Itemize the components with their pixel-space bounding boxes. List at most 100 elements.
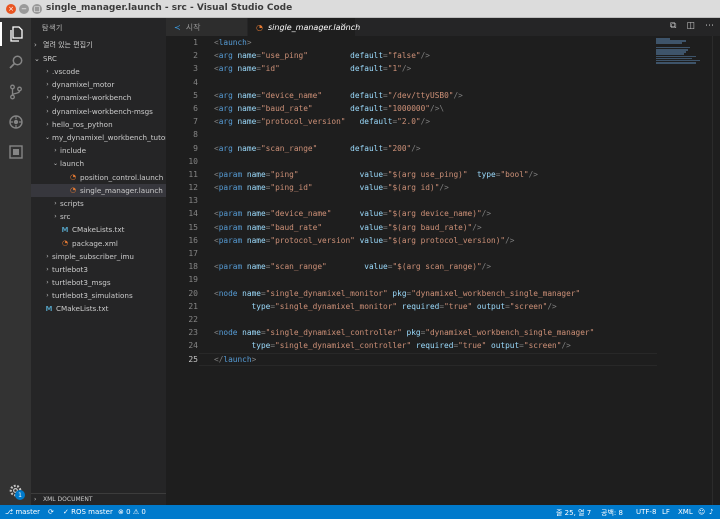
language-mode[interactable]: XML xyxy=(678,508,693,516)
tab-single-manager-launch[interactable]: ◔ single_manager.launch × xyxy=(248,18,360,36)
code-token: name xyxy=(232,103,257,113)
encoding-status[interactable]: UTF-8 xyxy=(636,508,656,516)
code-token: "baud_rate" xyxy=(270,222,323,232)
search-button[interactable] xyxy=(0,50,31,74)
explorer-button[interactable] xyxy=(0,22,31,46)
open-editors-label: 열려 있는 편집기 xyxy=(43,40,93,49)
extensions-icon xyxy=(8,145,23,159)
code-line[interactable]: <param name="scan_range" value="$(arg sc… xyxy=(214,260,714,273)
code-token: value xyxy=(354,235,384,245)
window-close-button[interactable]: × xyxy=(6,4,16,14)
code-line[interactable]: <param name="ping_id" value="$(arg id)"/… xyxy=(214,181,714,194)
code-line[interactable] xyxy=(214,194,714,207)
window-minimize-button[interactable]: − xyxy=(19,4,29,14)
tree-item[interactable]: › simple_subscriber_imu xyxy=(31,250,166,263)
tree-item[interactable]: › dynamixel-workbench-msgs xyxy=(31,105,166,118)
code-line[interactable]: <param name="protocol_version" value="$(… xyxy=(214,234,714,247)
branch-status[interactable]: ⎇ master xyxy=(5,508,40,516)
code-line[interactable] xyxy=(214,76,714,89)
tree-item[interactable]: ⌄ launch xyxy=(31,157,166,170)
code-token: arg xyxy=(218,117,233,127)
code-line[interactable]: <launch> xyxy=(214,36,714,49)
tree-item[interactable]: › hello_ros_python xyxy=(31,118,166,131)
tree-item[interactable]: › scripts xyxy=(31,197,166,210)
window-maximize-button[interactable]: □ xyxy=(32,4,42,14)
code-line[interactable]: <arg name="id" default="1"/> xyxy=(214,62,714,75)
code-line[interactable]: <param name="device_name" value="$(arg d… xyxy=(214,207,714,220)
more-actions-icon[interactable]: ⋯ xyxy=(705,21,714,31)
debug-button[interactable] xyxy=(0,110,31,134)
code-token: default xyxy=(317,143,384,153)
tree-item[interactable]: › turtlebot3_simulations xyxy=(31,289,166,302)
code-line[interactable] xyxy=(214,128,714,141)
check-icon: ✓ xyxy=(63,508,69,516)
code-line[interactable] xyxy=(214,313,714,326)
code-line[interactable]: <param name="baud_rate" value="$(arg bau… xyxy=(214,221,714,234)
smiley-icon[interactable]: ☺ xyxy=(698,508,705,516)
code-line[interactable] xyxy=(214,273,714,286)
code-editor[interactable]: 1 2 3 4 5 6 7 8 9 10 11 12 13 14 15 16 17 18 19 20 21 22 23 24 2… xyxy=(166,36,720,505)
ros-status[interactable]: ✓ ROS master xyxy=(63,508,113,516)
tree-item[interactable]: ◔ position_control.launch xyxy=(31,171,166,184)
line-number: 5 xyxy=(193,90,198,100)
problems-status[interactable]: ⊗ 0 ⚠ 0 xyxy=(118,508,146,516)
extensions-button[interactable] xyxy=(0,140,31,164)
chevron-right-icon: › xyxy=(54,147,57,155)
tab-welcome[interactable]: ≺ 시작 xyxy=(166,18,248,36)
tree-item[interactable]: ⌄ my_dynamixel_workbench_tutor... xyxy=(31,131,166,144)
code-line[interactable]: <arg name="scan_range" default="200"/> xyxy=(214,142,714,155)
eol-status[interactable]: LF xyxy=(662,508,670,516)
code-token: arg xyxy=(218,51,233,61)
code-line[interactable]: <arg name="protocol_version" default="2.… xyxy=(214,115,714,128)
code-line[interactable]: <node name="single_dynamixel_controller"… xyxy=(214,326,714,339)
tree-item[interactable]: M CMakeLists.txt xyxy=(31,223,166,236)
code-line[interactable]: type="single_dynamixel_controller" requi… xyxy=(214,339,714,352)
code-line[interactable]: <arg name="baud_rate" default="1000000"/… xyxy=(214,102,714,115)
code-line[interactable]: <node name="single_dynamixel_monitor" pk… xyxy=(214,287,714,300)
error-icon: ⊗ xyxy=(118,508,124,516)
code-area[interactable]: <launch> <arg name="use_ping" default="fa… xyxy=(214,36,714,366)
xml-document-section[interactable]: › XML DOCUMENT xyxy=(31,493,166,505)
split-editor-icon[interactable]: ◫ xyxy=(686,21,695,31)
title-bar: × − □ single_manager.launch - src - Visu… xyxy=(0,0,720,18)
ros-status-label: ROS master xyxy=(71,508,113,516)
code-token: "1" xyxy=(387,64,402,74)
code-token: name xyxy=(242,169,266,179)
tree-item[interactable]: ◔ single_manager.launch xyxy=(31,183,166,197)
code-line[interactable]: <arg name="use_ping" default="false"/> xyxy=(214,49,714,62)
code-line[interactable] xyxy=(214,155,714,168)
tree-item[interactable]: › include xyxy=(31,144,166,157)
code-line[interactable]: <param name="ping" value="$(arg use_ping… xyxy=(214,168,714,181)
code-line[interactable]: <arg name="device_name" default="/dev/tt… xyxy=(214,89,714,102)
tree-item[interactable]: ◔ package.xml xyxy=(31,236,166,249)
tree-item[interactable]: › dynamixel_motor xyxy=(31,78,166,91)
open-editors-section[interactable]: › 열려 있는 편집기 xyxy=(31,38,166,51)
code-token: "bool" xyxy=(500,169,529,179)
line-number: 1 xyxy=(193,38,198,47)
sync-icon[interactable]: ⟳ xyxy=(48,508,54,516)
code-line[interactable] xyxy=(214,247,714,260)
open-preview-icon[interactable]: ⧉ xyxy=(670,21,676,31)
code-token: value xyxy=(331,209,384,219)
code-token: /> xyxy=(439,183,449,193)
tree-item[interactable]: › dynamixel-workbench xyxy=(31,91,166,104)
tree-item[interactable]: › .vscode xyxy=(31,65,166,78)
tree-item[interactable]: M CMakeLists.txt xyxy=(31,302,166,315)
indentation-status[interactable]: 공백: 8 xyxy=(601,508,623,518)
code-token: name xyxy=(232,117,257,127)
tree-item[interactable]: › src xyxy=(31,210,166,223)
tree-item[interactable]: › turtlebot3_msgs xyxy=(31,276,166,289)
tree-item[interactable]: › turtlebot3 xyxy=(31,263,166,276)
vertical-scrollbar[interactable] xyxy=(712,36,720,505)
bell-icon[interactable]: ♪ xyxy=(709,508,713,516)
code-line[interactable]: type="single_dynamixel_monitor" required… xyxy=(214,300,714,313)
source-control-button[interactable] xyxy=(0,80,31,104)
settings-badge: 1 xyxy=(15,490,25,500)
cursor-position[interactable]: 줄 25, 열 7 xyxy=(556,508,591,518)
workspace-root-section[interactable]: ⌄ SRC xyxy=(31,52,166,65)
code-line[interactable]: </launch> xyxy=(214,353,714,366)
code-token: output xyxy=(486,341,520,351)
close-icon[interactable]: × xyxy=(340,21,347,30)
line-number: 25 xyxy=(188,354,198,364)
minimap[interactable] xyxy=(656,38,708,68)
